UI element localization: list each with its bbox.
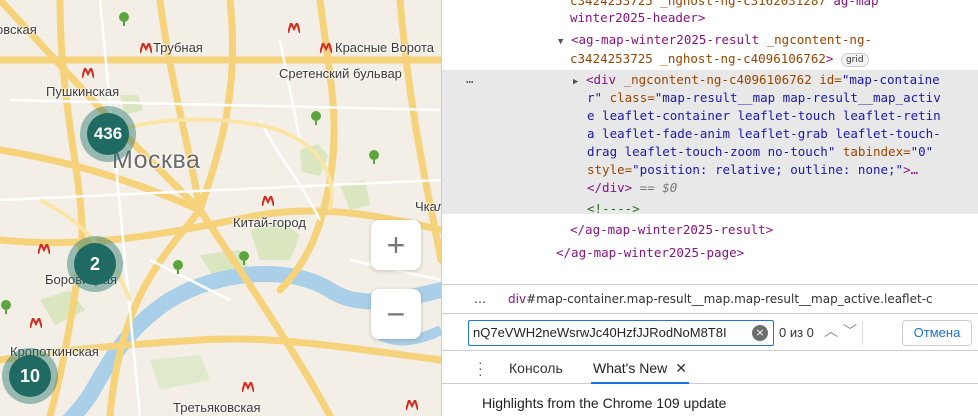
dom-line[interactable]: ▼ <ag-map-winter2025-result _ngcontent-n… [558,31,872,51]
dom-line-selected[interactable]: </div> == $0 [587,179,677,197]
tab-whats-new[interactable]: What's New ✕ [591,352,689,384]
park-icon [369,150,379,164]
dom-line-selected[interactable]: drag leaflet-touch-zoom no-touch" tabind… [587,143,933,161]
metro-icon [38,244,50,254]
close-tab-icon[interactable]: ✕ [675,360,687,376]
map-label-kovskaya: овская [0,22,37,37]
park-icon [173,260,183,274]
dom-line[interactable]: winter2025-header> [570,9,705,27]
next-match-icon[interactable]: ﹀ [843,321,857,341]
dom-line-selected[interactable]: style="position: relative; outline: none… [587,161,918,179]
metro-icon [262,196,274,206]
cluster-count: 436 [87,113,129,155]
expand-triangle-icon[interactable]: ▶ [573,77,578,87]
find-bar: nQ7eVWH2neWsrwJc40HzfJJRodNoM8T8I × 0 из… [442,315,978,351]
metro-icon [406,400,418,410]
dom-line-selected[interactable]: r" class="map-result__map map-result__ma… [587,89,941,107]
zoom-in-button[interactable]: + [371,220,421,270]
dom-line-selected[interactable]: a leaflet-fade-anim leaflet-grab leaflet… [587,125,941,143]
dom-line[interactable]: <!----> [587,200,640,218]
elements-tree[interactable]: c3424253725 _nghost-ng-c3162031287 ag-ma… [442,0,978,283]
breadcrumb-item[interactable]: div#map-container.map-result__map.map-re… [508,285,933,313]
cluster-marker-436[interactable]: 436 [80,106,136,162]
grid-badge[interactable]: grid [840,53,869,67]
metro-icon [140,43,152,53]
drawer-tab-bar: · · · Консоль What's New ✕ [442,352,978,384]
breadcrumb-more[interactable]: … [474,285,487,313]
match-count: 0 из 0 [779,325,814,340]
drawer-menu-icon[interactable]: · · · [478,355,483,381]
map-label-kitay-gorod: Китай-город [233,215,306,230]
cluster-count: 2 [74,243,116,285]
metro-icon [82,68,94,78]
breadcrumb: … div#map-container.map-result__map.map-… [442,284,978,314]
devtools-panel: c3424253725 _nghost-ng-c3162031287 ag-ma… [441,0,978,416]
node-more-dots[interactable]: … [466,70,474,88]
cluster-marker-2[interactable]: 2 [67,236,123,292]
cancel-button[interactable]: Отмена [902,320,972,346]
map-label-trubnaya: Трубная [153,40,203,55]
park-icon [239,251,249,265]
map-label-tretyakovskaya: Третьяковская [173,400,261,415]
dom-line[interactable]: </ag-map-winter2025-page> [556,244,744,262]
cluster-marker-10[interactable]: 10 [2,348,58,404]
clear-search-icon[interactable]: × [752,325,768,341]
metro-icon [288,23,300,33]
map-panel[interactable]: овская Трубная Красные Ворота Сретенский… [0,0,441,416]
dom-line[interactable]: c3424253725 _nghost-ng-c4096106762> grid [570,50,869,68]
zoom-out-button[interactable]: − [371,289,421,339]
map-label-sretensky: Сретенский бульвар [279,66,402,81]
park-icon [119,12,129,26]
previous-match-icon[interactable]: ︿ [824,321,838,341]
park-icon [1,300,11,314]
dom-line-selected[interactable]: ▶ <div _ngcontent-ng-c4096106762 id="map… [573,71,940,91]
metro-icon [30,318,42,328]
map-label-pushkinskaya: Пушкинская [46,84,120,99]
find-input[interactable]: nQ7eVWH2neWsrwJc40HzfJJRodNoM8T8I [468,320,774,346]
divider [862,321,863,345]
map-label-chkal: Чкал [415,199,441,214]
dom-line[interactable]: </ag-map-winter2025-result> [570,221,773,239]
park-icon [311,111,321,125]
metro-icon [242,382,254,392]
cluster-count: 10 [9,355,51,397]
collapse-triangle-icon[interactable]: ▼ [558,37,563,47]
whats-new-heading: Highlights from the Chrome 109 update [482,395,727,411]
metro-icon [320,43,332,53]
dom-line-selected[interactable]: e leaflet-container leaflet-touch leafle… [587,107,941,125]
map-label-krasnye-vorota: Красные Ворота [335,40,435,55]
tab-console[interactable]: Консоль [509,352,563,384]
